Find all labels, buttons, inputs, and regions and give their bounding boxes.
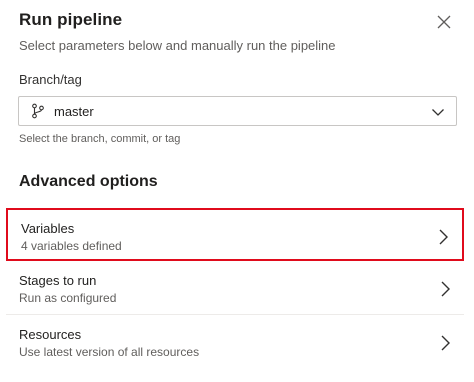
close-icon	[437, 15, 451, 29]
option-subtitle: 4 variables defined	[21, 239, 122, 253]
resources-option[interactable]: Resources Use latest version of all reso…	[6, 316, 464, 369]
option-title: Stages to run	[19, 273, 97, 288]
close-button[interactable]	[432, 10, 456, 34]
variables-option[interactable]: Variables 4 variables defined	[6, 208, 464, 261]
option-title: Resources	[19, 327, 82, 342]
branch-hint: Select the branch, commit, or tag	[19, 133, 181, 145]
panel-subtitle: Select parameters below and manually run…	[19, 38, 336, 53]
chevron-right-icon	[441, 335, 450, 351]
branch-tag-dropdown[interactable]: master	[18, 96, 457, 126]
option-title: Variables	[21, 221, 75, 236]
branch-tag-label: Branch/tag	[19, 72, 82, 87]
stages-to-run-option[interactable]: Stages to run Run as configured	[6, 262, 464, 315]
option-subtitle: Run as configured	[19, 291, 117, 305]
branch-value: master	[54, 104, 94, 119]
option-subtitle: Use latest version of all resources	[19, 345, 200, 359]
chevron-right-icon	[441, 281, 450, 297]
branch-icon	[32, 103, 44, 119]
chevron-right-icon	[439, 229, 448, 245]
advanced-options-heading: Advanced options	[19, 173, 158, 190]
chevron-down-icon	[432, 109, 444, 116]
panel-title: Run pipeline	[19, 10, 123, 29]
run-pipeline-panel: Run pipeline Select parameters below and…	[0, 0, 474, 382]
